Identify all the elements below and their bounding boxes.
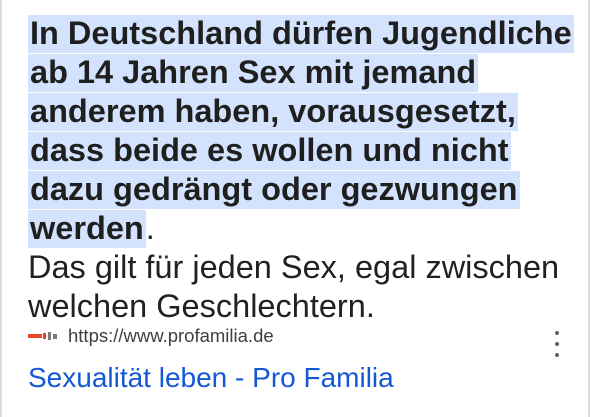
search-result-card: In Deutschland dürfen Jugendliche ab 14 … [0,0,590,417]
more-options-icon[interactable] [552,331,562,357]
snippet-continuation: Das gilt für jeden Sex, egal zwischen we… [28,249,560,324]
highlighted-snippet: In Deutschland dürfen Jugendliche ab 14 … [28,15,574,248]
featured-snippet-text: In Deutschland dürfen Jugendliche ab 14 … [28,14,574,326]
snippet-period: . [145,210,155,246]
result-title-link[interactable]: Sexualität leben - Pro Familia [28,362,394,394]
profamilia-logo-icon [28,330,58,342]
source-row[interactable]: https://www.profamilia.de [28,325,274,347]
source-url[interactable]: https://www.profamilia.de [68,325,274,347]
